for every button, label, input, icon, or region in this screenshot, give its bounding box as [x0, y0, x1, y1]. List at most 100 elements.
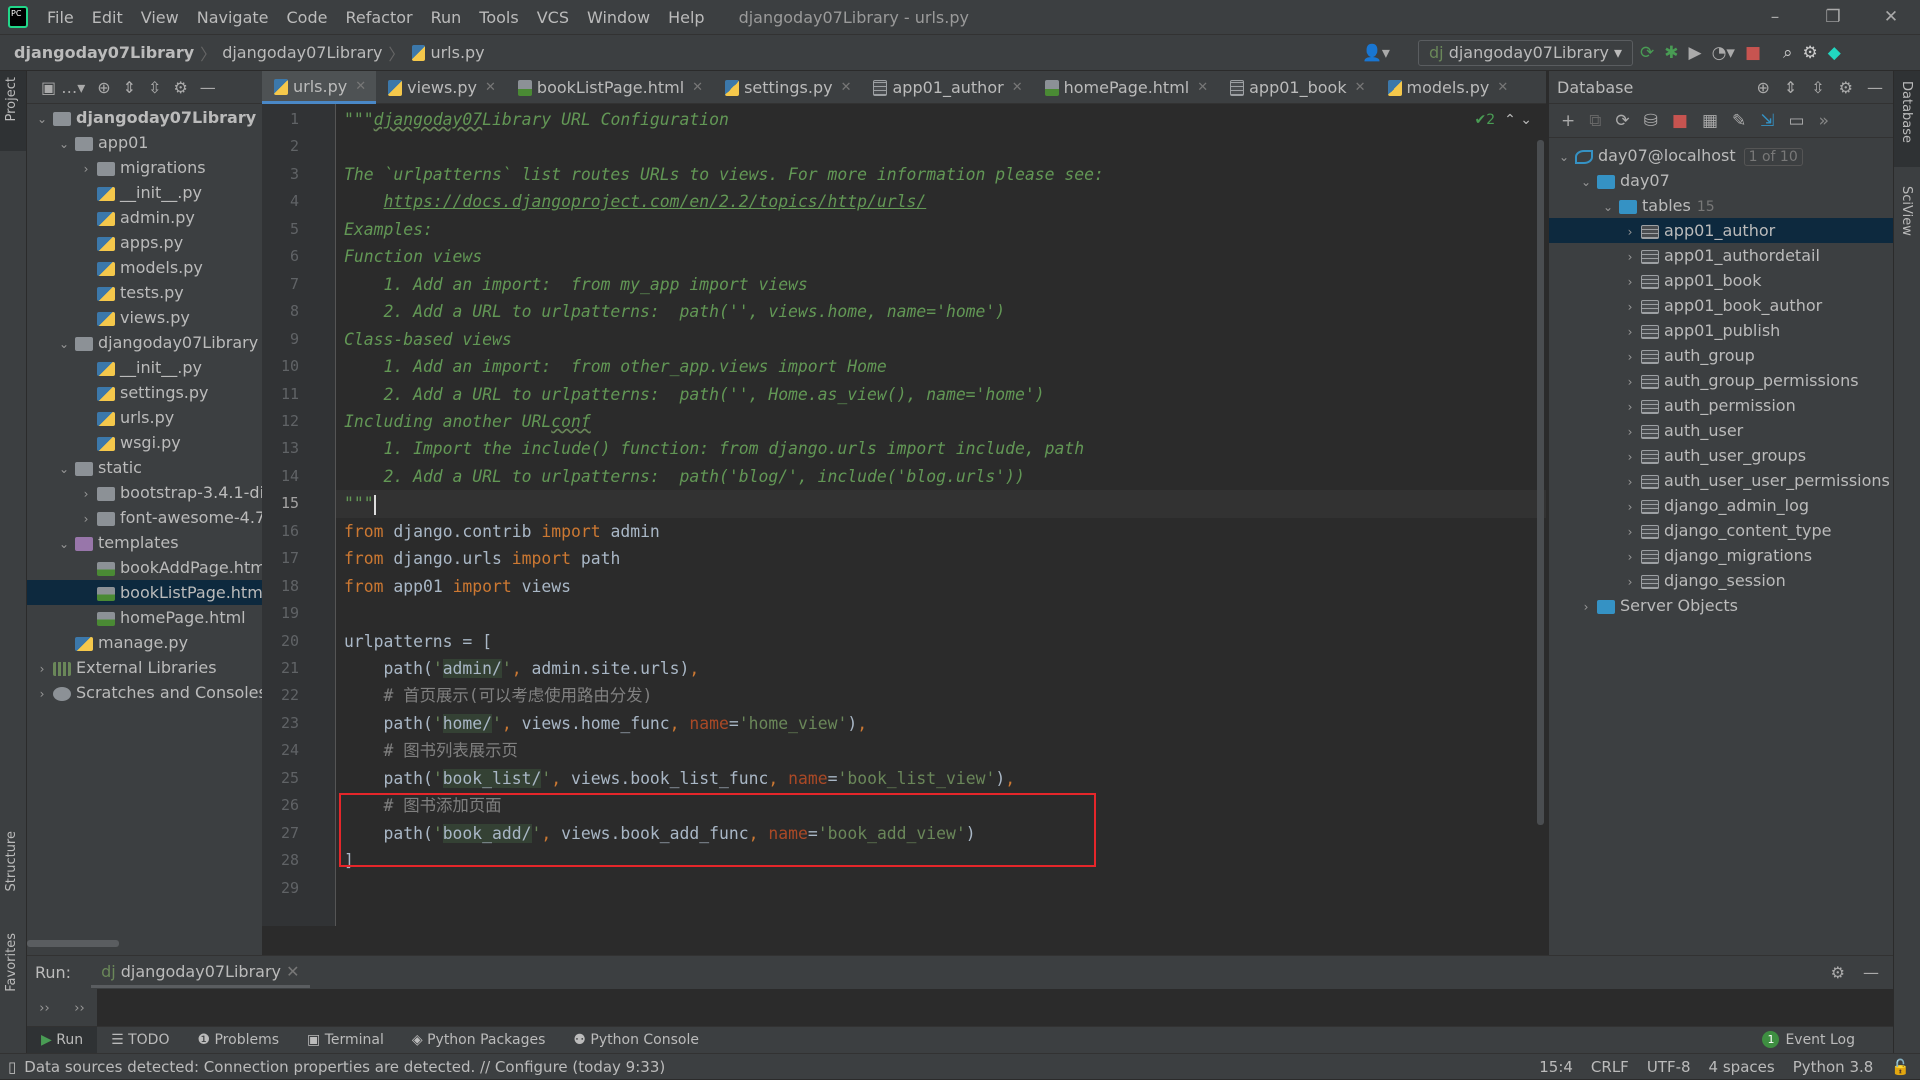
code-line[interactable]: The `urlpatterns` list routes URLs to vi…	[344, 161, 1104, 188]
tree-item[interactable]: homePage.html	[27, 605, 262, 630]
code-line[interactable]: path('admin/', admin.site.urls),	[344, 655, 699, 682]
chevron-right-icon[interactable]: ›	[1621, 445, 1639, 470]
tab-booklistpage-html[interactable]: bookListPage.html ✕	[506, 71, 713, 104]
chevron-right-icon[interactable]: ›	[33, 682, 51, 707]
chevron-down-icon[interactable]: ⌄	[1599, 195, 1617, 220]
chevron-right-icon[interactable]: ›	[1621, 470, 1639, 495]
tab-urls-py[interactable]: urls.py ✕	[262, 71, 377, 104]
event-log-button[interactable]: 1 Event Log	[1762, 1031, 1855, 1048]
tree-item[interactable]: ⌄ app01	[27, 130, 262, 155]
gear-icon[interactable]: ⚙	[1831, 963, 1845, 982]
code-line[interactable]: 1. Import the include() function: from d…	[344, 435, 1084, 462]
chevron-right-icon[interactable]: ›	[77, 157, 95, 182]
table-view-icon[interactable]: ▦	[1702, 111, 1718, 131]
chevron-right-icon[interactable]: ›	[1621, 570, 1639, 595]
run-config-dropdown[interactable]: dj djangoday07Library ▾	[1418, 40, 1634, 66]
close-icon[interactable]: ✕	[1862, 0, 1920, 35]
chevron-right-icon[interactable]: ›	[1621, 220, 1639, 245]
close-tab-icon[interactable]: ✕	[841, 80, 852, 95]
close-tab-icon[interactable]: ✕	[692, 80, 703, 95]
stop-icon[interactable]: ■	[1672, 111, 1688, 131]
tree-item[interactable]: bookListPage.html	[27, 580, 262, 605]
tree-item[interactable]: › app01_book_author	[1549, 293, 1893, 318]
tree-item[interactable]: urls.py	[27, 405, 262, 430]
close-tab-icon[interactable]: ✕	[1497, 80, 1508, 95]
duplicate-icon[interactable]: ⧉	[1589, 111, 1601, 131]
tree-item[interactable]: tests.py	[27, 280, 262, 305]
tree-item[interactable]: wsgi.py	[27, 430, 262, 455]
tree-item[interactable]: settings.py	[27, 380, 262, 405]
close-tab-icon[interactable]: ✕	[1012, 80, 1023, 95]
tree-item[interactable]: ⌄ static	[27, 455, 262, 480]
tab-models-py[interactable]: models.py ✕	[1376, 71, 1519, 104]
chevron-right-icon[interactable]: ›	[77, 482, 95, 507]
tab-problems[interactable]: ❶ Problems	[183, 1027, 293, 1054]
close-tab-icon[interactable]: ✕	[286, 962, 299, 981]
menu-file[interactable]: File	[38, 8, 83, 27]
tree-item[interactable]: › app01_book	[1549, 268, 1893, 293]
tree-item[interactable]: › bootstrap-3.4.1-dis	[27, 480, 262, 505]
menu-navigate[interactable]: Navigate	[188, 8, 278, 27]
debug-icon[interactable]: ✱	[1664, 40, 1678, 66]
close-tab-icon[interactable]: ✕	[485, 80, 496, 95]
tab-todo[interactable]: ☰ TODO	[97, 1027, 183, 1054]
close-tab-icon[interactable]: ✕	[1355, 80, 1366, 95]
tree-item[interactable]: bookAddPage.htm	[27, 555, 262, 580]
chevron-right-icon[interactable]: ›	[1577, 595, 1595, 620]
chevron-down-icon[interactable]: ⌄	[55, 457, 73, 482]
expand-toolbar-icon[interactable]: ››	[74, 1001, 84, 1016]
jetbrains-toolbox-icon[interactable]: ◆	[1828, 40, 1841, 66]
chevron-right-icon[interactable]: ›	[1621, 420, 1639, 445]
tree-item[interactable]: › auth_permission	[1549, 393, 1893, 418]
tree-item[interactable]: › app01_authordetail	[1549, 243, 1893, 268]
tree-item[interactable]: › django_admin_log	[1549, 493, 1893, 518]
tree-item[interactable]: __init__.py	[27, 355, 262, 380]
inspection-widget[interactable]: ✔2 ⌃ ⌄	[1475, 112, 1532, 128]
code-line[interactable]: 2. Add a URL to urlpatterns: path('', vi…	[344, 298, 1005, 325]
code-line[interactable]: 1. Add an import: from my_app import vie…	[344, 271, 807, 298]
coverage-icon[interactable]: ▶	[1689, 40, 1702, 66]
tree-item[interactable]: ⌄ tables 15	[1549, 193, 1893, 218]
chevron-right-icon[interactable]: ›	[1621, 345, 1639, 370]
console-ql-icon[interactable]: ▭	[1789, 111, 1805, 131]
expand-toolbar-icon[interactable]: ››	[39, 1001, 49, 1016]
indent-setting[interactable]: 4 spaces	[1709, 1054, 1775, 1080]
database-tool-button[interactable]: Database	[1899, 81, 1914, 143]
tab-run[interactable]: ▶ Run	[27, 1026, 98, 1054]
hide-icon[interactable]: —	[1863, 963, 1879, 982]
chevron-down-icon[interactable]: ⌄	[1577, 170, 1595, 195]
code-line[interactable]: path('home/', views.home_func, name='hom…	[344, 710, 867, 737]
menu-vcs[interactable]: VCS	[528, 8, 578, 27]
tree-item[interactable]: › Server Objects	[1549, 593, 1893, 618]
caret-position[interactable]: 15:4	[1539, 1054, 1573, 1080]
chevron-down-icon[interactable]: ⌄	[55, 132, 73, 157]
breadcrumb-file[interactable]: urls.py	[430, 43, 484, 62]
more-icon[interactable]: »	[1819, 111, 1829, 131]
locate-icon[interactable]: ⊕	[1756, 78, 1769, 97]
stop-icon[interactable]: ■	[1745, 40, 1761, 66]
tree-item[interactable]: views.py	[27, 305, 262, 330]
python-interpreter[interactable]: Python 3.8	[1793, 1054, 1874, 1080]
add-icon[interactable]: +	[1561, 111, 1575, 131]
code-line[interactable]: path('book_list/', views.book_list_func,…	[344, 765, 1015, 792]
chevron-right-icon[interactable]: ›	[1621, 495, 1639, 520]
chevron-right-icon[interactable]: ›	[1621, 245, 1639, 270]
tree-item[interactable]: models.py	[27, 255, 262, 280]
chevron-down-icon[interactable]: ⌄	[55, 532, 73, 557]
search-icon[interactable]: ⌕	[1783, 40, 1793, 66]
tree-item[interactable]: › auth_group_permissions	[1549, 368, 1893, 393]
settings-gear-icon[interactable]: ⚙	[1803, 40, 1818, 66]
tab-homepage-html[interactable]: homePage.html ✕	[1033, 71, 1219, 104]
breadcrumb-package[interactable]: djangoday07Library	[222, 43, 382, 62]
tree-item[interactable]: › app01_publish	[1549, 318, 1893, 343]
code-line[interactable]: 2. Add a URL to urlpatterns: path('', Ho…	[344, 381, 1044, 408]
code-line[interactable]: urlpatterns = [	[344, 628, 492, 655]
code-line[interactable]: Examples:	[344, 216, 433, 243]
tree-item[interactable]: ⌄djangoday07LibraryF:\	[27, 105, 262, 130]
close-tab-icon[interactable]: ✕	[1197, 80, 1208, 95]
run-tab[interactable]: dj djangoday07Library ✕	[91, 956, 310, 988]
tree-item[interactable]: › Scratches and Consoles	[27, 680, 262, 705]
chevron-right-icon[interactable]: ›	[1621, 545, 1639, 570]
tree-item[interactable]: __init__.py	[27, 180, 262, 205]
menu-view[interactable]: View	[132, 8, 188, 27]
